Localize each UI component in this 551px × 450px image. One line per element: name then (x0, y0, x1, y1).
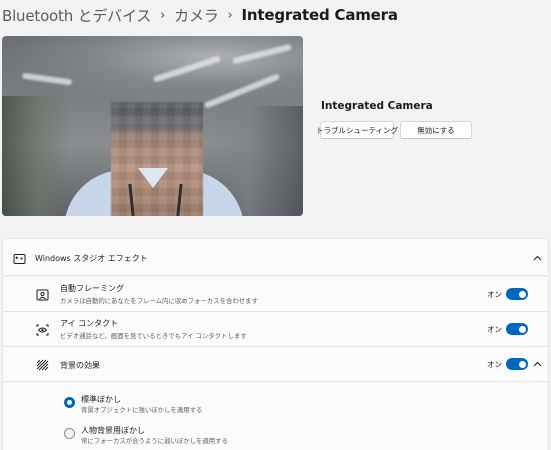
auto-framing-title: 自動フレーミング (60, 284, 124, 293)
standard-blur-title: 標準ぼかし (81, 395, 121, 404)
portrait-blur-radio[interactable] (64, 428, 75, 439)
standard-blur-radio[interactable] (64, 397, 75, 408)
auto-framing-icon (35, 288, 49, 302)
eye-contact-description: ビデオ通話など、画面を見ているときでもアイ コンタクトします (60, 332, 247, 340)
studio-effects-icon (12, 251, 26, 265)
background-effects-row[interactable]: 背景の効果 オン (2, 347, 549, 382)
eye-contact-title: アイ コンタクト (60, 319, 119, 328)
eye-contact-row: アイ コンタクト ビデオ通話など、画面を見ているときでもアイ コンタクトします … (2, 312, 549, 347)
breadcrumb: Bluetooth とデバイス › カメラ › Integrated Camer… (2, 4, 398, 26)
blurred-face (111, 102, 203, 216)
background-effects-title: 背景の効果 (60, 361, 100, 370)
camera-name: Integrated Camera (321, 100, 433, 112)
background-effects-toggle[interactable] (506, 358, 528, 370)
background-options-panel: 標準ぼかし 背景オブジェクトに強いぼかしを適用する 人物背景用ぼかし 常にフォー… (2, 382, 549, 450)
background-effects-state: オン (487, 360, 502, 369)
studio-effects-title: Windows スタジオ エフェクト (35, 254, 148, 263)
disable-camera-button[interactable]: 無効にする (400, 121, 472, 139)
portrait-blur-title: 人物背景用ぼかし (81, 426, 145, 435)
breadcrumb-separator-icon: › (160, 7, 166, 23)
background-effects-icon (35, 358, 49, 372)
troubleshoot-button[interactable]: トラブルシューティング (316, 121, 398, 139)
camera-preview (2, 36, 303, 216)
studio-effects-header[interactable]: Windows スタジオ エフェクト (2, 238, 549, 276)
auto-framing-state: オン (487, 290, 502, 299)
eye-contact-icon (35, 323, 49, 337)
portrait-blur-description: 常にフォーカスが合うように弱いぼかしを適用する (81, 437, 228, 445)
auto-framing-description: カメラは自動的にあなたをフレーム内に収めフォーカスを合わせます (60, 297, 258, 305)
standard-blur-description: 背景オブジェクトに強いぼかしを適用する (81, 406, 203, 414)
eye-contact-state: オン (487, 325, 502, 334)
auto-framing-row: 自動フレーミング カメラは自動的にあなたをフレーム内に収めフォーカスを合わせます… (2, 277, 549, 312)
chevron-up-icon[interactable] (532, 359, 542, 369)
chevron-up-icon[interactable] (532, 253, 542, 263)
breadcrumb-bluetooth-devices[interactable]: Bluetooth とデバイス (2, 5, 151, 26)
breadcrumb-current-page: Integrated Camera (241, 6, 398, 24)
eye-contact-toggle[interactable] (506, 323, 528, 335)
breadcrumb-camera[interactable]: カメラ (174, 5, 219, 26)
breadcrumb-separator-icon: › (227, 7, 233, 23)
auto-framing-toggle[interactable] (506, 288, 528, 300)
